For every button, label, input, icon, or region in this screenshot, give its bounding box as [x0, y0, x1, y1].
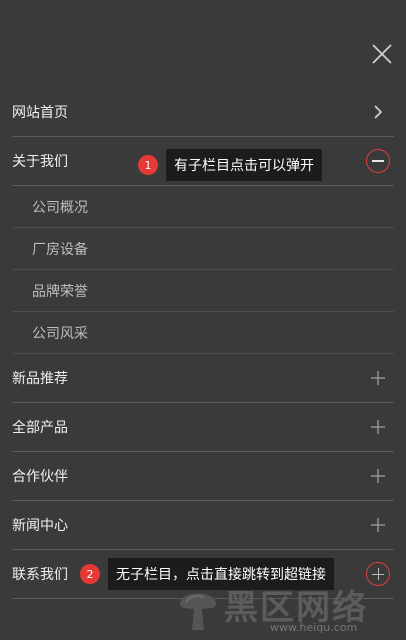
mushroom-logo-icon	[180, 593, 216, 630]
submenu-item-label: 品牌荣誉	[32, 283, 88, 300]
submenu-item-label: 公司风采	[32, 325, 88, 342]
menu-item-all-products[interactable]: 全部产品	[12, 403, 394, 452]
close-button[interactable]	[370, 42, 394, 66]
watermark-url: www.heiqu.com	[270, 621, 358, 634]
plus-icon	[371, 469, 385, 483]
menu-item-label: 新闻中心	[12, 518, 68, 534]
submenu-item-label: 厂房设备	[32, 241, 88, 258]
plus-icon	[371, 371, 385, 385]
watermark: 黑区网络 www.heiqu.com	[176, 580, 406, 640]
submenu-item-label: 公司概况	[32, 199, 88, 216]
plus-icon	[371, 518, 385, 532]
menu-item-home[interactable]: 网站首页	[12, 88, 394, 137]
menu-item-label: 联系我们	[12, 567, 68, 583]
menu-item-label: 合作伙伴	[12, 469, 68, 485]
menu-item-partners[interactable]: 合作伙伴	[12, 452, 394, 501]
menu-item-label: 全部产品	[12, 420, 68, 436]
menu-item-new-products[interactable]: 新品推荐	[12, 354, 394, 403]
chevron-right-icon	[374, 105, 383, 119]
menu-item-news[interactable]: 新闻中心	[12, 501, 394, 550]
submenu-item-honors[interactable]: 品牌荣誉	[12, 270, 394, 312]
menu-item-label: 网站首页	[12, 105, 68, 121]
submenu-item-overview[interactable]: 公司概况	[12, 186, 394, 228]
annotation-tooltip-1: 有子栏目点击可以弹开	[166, 149, 322, 181]
collapse-minus-icon[interactable]	[366, 149, 390, 173]
annotation-badge-2: 2	[80, 564, 100, 584]
annotation-badge-1: 1	[138, 155, 158, 175]
close-icon	[372, 44, 392, 64]
menu-item-label: 新品推荐	[12, 371, 68, 387]
submenu-item-gallery[interactable]: 公司风采	[12, 312, 394, 354]
plus-icon	[371, 420, 385, 434]
menu-item-label: 关于我们	[12, 154, 68, 170]
submenu-item-facilities[interactable]: 厂房设备	[12, 228, 394, 270]
